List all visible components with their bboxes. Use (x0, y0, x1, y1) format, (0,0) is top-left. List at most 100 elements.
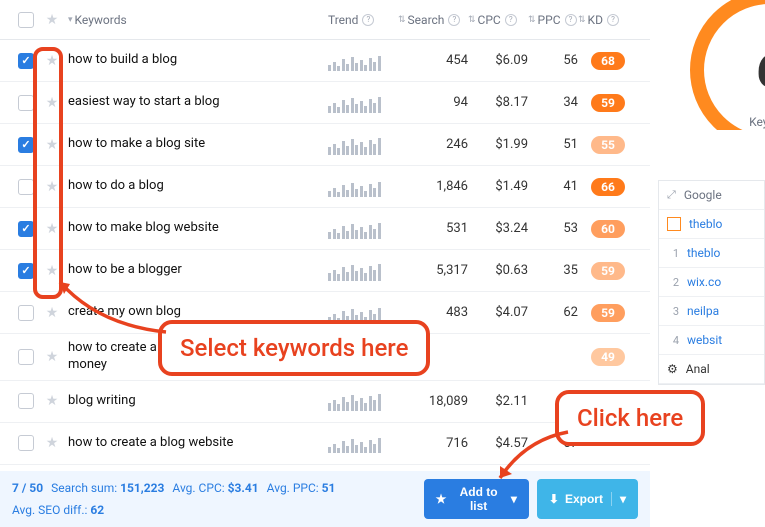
select-all-checkbox[interactable] (18, 12, 34, 28)
column-trend[interactable]: Trend? (328, 13, 398, 27)
cpc-cell: $4.57 (468, 436, 528, 451)
column-kd[interactable]: ⇅KD? (578, 13, 638, 27)
expand-icon: ⤢ (667, 188, 676, 202)
star-icon[interactable]: ★ (46, 53, 59, 69)
export-button[interactable]: ⬇ Export ▾ (537, 479, 638, 519)
search-cell: 716 (398, 436, 468, 451)
keyword-cell[interactable]: easiest way to start a blog (64, 94, 328, 111)
search-cell: 94 (398, 95, 468, 110)
serp-item[interactable]: 4 websit (659, 326, 764, 355)
help-icon[interactable]: ? (565, 14, 577, 26)
ppc-cell: 41 (528, 179, 578, 194)
star-icon[interactable]: ★ (46, 263, 59, 279)
row-checkbox[interactable] (18, 221, 34, 237)
column-ppc[interactable]: ⇅PPC? (528, 13, 578, 27)
keyword-cell[interactable]: how to build a blog (64, 52, 328, 69)
selection-summary: 7 / 50 Search sum: 151,223 Avg. CPC: $3.… (12, 481, 424, 517)
summary-seo-val: 62 (90, 503, 104, 517)
table-row: ★how to make a blog site246$1.995155 (0, 124, 650, 166)
serp-item[interactable]: 2 wix.co (659, 268, 764, 297)
keyword-table: ★ ▾ Keywords Trend? ⇅Search? ⇅CPC? ⇅PPC?… (0, 0, 650, 527)
star-column: ★ (40, 12, 64, 28)
kd-pill: 59 (591, 94, 625, 112)
help-icon[interactable]: ? (448, 14, 460, 26)
analyze-row[interactable]: ⚙ Anal (659, 355, 764, 384)
row-checkbox[interactable] (18, 95, 34, 111)
keyword-cell[interactable]: blog writing (64, 393, 328, 410)
ppc-cell: 34 (528, 95, 578, 110)
keyword-cell[interactable]: how to make a blog site (64, 136, 328, 153)
star-icon[interactable]: ★ (46, 95, 59, 111)
cpc-cell: $2.11 (468, 394, 528, 409)
kd-pill: 59 (591, 262, 625, 280)
add-to-list-button[interactable]: ★ Add to list ▾ (424, 479, 529, 519)
export-label: Export (565, 492, 603, 506)
star-icon[interactable]: ★ (46, 435, 59, 451)
gear-icon: ⚙ (667, 362, 678, 376)
keyword-cell[interactable]: create my own blog (64, 304, 328, 321)
row-checkbox[interactable] (18, 305, 34, 321)
row-checkbox[interactable] (18, 263, 34, 279)
row-checkbox[interactable] (18, 393, 34, 409)
serp-rank: 4 (667, 334, 679, 347)
serp-link[interactable]: websit (687, 333, 722, 347)
help-icon[interactable]: ? (362, 14, 374, 26)
ppc-cell: 62 (528, 305, 578, 320)
table-header: ★ ▾ Keywords Trend? ⇅Search? ⇅CPC? ⇅PPC?… (0, 0, 650, 40)
kd-pill: 59 (591, 304, 625, 322)
serp-link[interactable]: theblo (689, 217, 722, 231)
table-row: ★how to be a blogger5,317$0.633559 (0, 250, 650, 292)
add-to-list-label: Add to list (452, 485, 504, 513)
serp-item[interactable]: 1theblo (659, 239, 764, 268)
keyword-cell[interactable]: how to be a blogger (64, 262, 328, 279)
serp-item[interactable]: 3neilpa (659, 297, 764, 326)
summary-cpc-label: Avg. CPC: (172, 481, 224, 495)
summary-seo-label: Avg. SEO diff.: (12, 503, 87, 517)
serp-link[interactable]: neilpa (687, 304, 719, 318)
ppc-cell: 51 (528, 137, 578, 152)
chevron-down-icon: ▾ (511, 492, 517, 506)
difficulty-gauge: 6 (690, 0, 765, 130)
star-icon[interactable]: ★ (46, 179, 59, 195)
star-icon[interactable]: ★ (46, 349, 59, 365)
summary-ppc-label: Avg. PPC: (267, 481, 319, 495)
keyword-cell[interactable]: how to do a blog (64, 178, 328, 195)
cpc-cell: $0.63 (468, 263, 528, 278)
search-cell: 454 (398, 53, 468, 68)
trend-sparkline (328, 261, 398, 281)
column-keywords[interactable]: ▾ Keywords (64, 13, 328, 27)
trend-sparkline (328, 433, 398, 453)
column-search[interactable]: ⇅Search? (398, 13, 468, 27)
keyword-cell[interactable]: how to create a blog for free and make m… (64, 340, 328, 374)
star-icon[interactable]: ★ (46, 393, 59, 409)
trend-sparkline (328, 135, 398, 155)
analyze-label: Anal (686, 362, 710, 376)
serp-rank: 2 (667, 276, 679, 289)
help-icon[interactable]: ? (607, 14, 619, 26)
table-row: ★how to build a blog454$6.095668 (0, 40, 650, 82)
serp-head[interactable]: ⤢ Google (659, 181, 764, 210)
cpc-cell: $4.07 (468, 305, 528, 320)
star-icon[interactable]: ★ (46, 221, 59, 237)
keyword-cell[interactable]: how to make blog website (64, 220, 328, 237)
ppc-cell: 57 (528, 436, 578, 451)
column-cpc[interactable]: ⇅CPC? (468, 13, 528, 27)
table-row: ★create my own blog483$4.076259 (0, 292, 650, 334)
serp-item[interactable]: theblo (659, 210, 764, 239)
summary-count: 7 / 50 (12, 481, 43, 495)
row-checkbox[interactable] (18, 137, 34, 153)
keyword-cell[interactable]: how to create a blog website (64, 435, 328, 452)
cpc-cell: $3.24 (468, 221, 528, 236)
summary-ppc-val: 51 (322, 481, 336, 495)
star-icon[interactable]: ★ (46, 137, 59, 153)
row-checkbox[interactable] (18, 349, 34, 365)
ppc-cell: 56 (528, 53, 578, 68)
serp-link[interactable]: theblo (687, 246, 720, 260)
table-row: ★ how to create a blog for free and make … (0, 334, 650, 381)
row-checkbox[interactable] (18, 435, 34, 451)
star-icon[interactable]: ★ (46, 305, 59, 321)
row-checkbox[interactable] (18, 53, 34, 69)
help-icon[interactable]: ? (505, 14, 517, 26)
row-checkbox[interactable] (18, 179, 34, 195)
serp-link[interactable]: wix.co (687, 275, 721, 289)
